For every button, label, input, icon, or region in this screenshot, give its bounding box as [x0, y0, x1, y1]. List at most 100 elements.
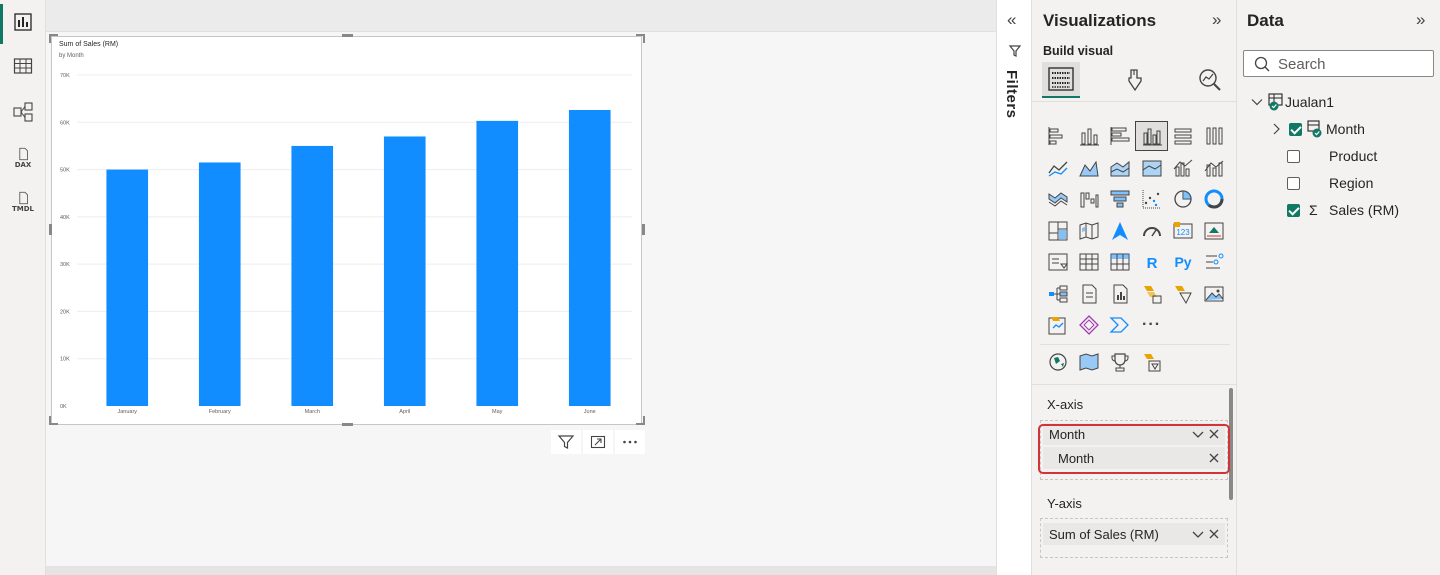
table-node-jualan1[interactable]: Jualan1	[1251, 90, 1334, 114]
more-options-button[interactable]	[615, 430, 645, 454]
power-automate-button[interactable]	[1136, 280, 1167, 308]
100-stacked-area-button[interactable]	[1136, 154, 1167, 182]
report-view-button[interactable]	[0, 2, 46, 44]
expand-pane-icon[interactable]: »	[1212, 10, 1221, 30]
funnel-chart-button[interactable]	[1105, 185, 1136, 213]
ribbon-chart-button[interactable]	[1042, 185, 1073, 213]
y-tick-label: 70K	[60, 73, 70, 79]
dax-query-view-button[interactable]: DAX	[0, 138, 46, 178]
search-input[interactable]	[1278, 55, 1428, 73]
bar[interactable]	[476, 120, 519, 407]
resize-handle[interactable]	[49, 416, 51, 425]
collapse-icon[interactable]: «	[1007, 10, 1016, 30]
clustered-bar-button[interactable]	[1105, 122, 1136, 150]
line-clustered-column-button[interactable]	[1167, 154, 1198, 182]
chevron-right-icon[interactable]	[1271, 123, 1281, 135]
resize-handle[interactable]	[49, 34, 51, 43]
field-sales[interactable]: Σ Sales (RM)	[1287, 198, 1399, 222]
field-checkbox[interactable]	[1287, 149, 1300, 163]
smart-narrative-button[interactable]	[1073, 280, 1104, 308]
chevron-down-icon[interactable]	[1191, 527, 1205, 541]
100-stacked-column-button[interactable]	[1198, 122, 1229, 150]
pie-chart-button[interactable]	[1167, 185, 1198, 213]
stacked-column-button[interactable]	[1073, 122, 1104, 150]
build-visual-tab[interactable]	[1042, 62, 1080, 98]
globe-map-button[interactable]	[1042, 348, 1073, 376]
table-button[interactable]	[1073, 248, 1104, 276]
field-checkbox[interactable]	[1287, 203, 1300, 217]
field-product[interactable]: Product	[1287, 144, 1377, 168]
stacked-bar-button[interactable]	[1042, 122, 1073, 150]
automate-shape-button[interactable]	[1136, 348, 1167, 376]
search-box[interactable]	[1243, 50, 1434, 77]
card-button[interactable]: 123	[1167, 217, 1198, 245]
area-chart-button[interactable]	[1073, 154, 1104, 182]
filter-button[interactable]	[551, 430, 581, 454]
line-chart-button[interactable]	[1042, 154, 1073, 182]
filters-label[interactable]: Filters	[1003, 70, 1020, 119]
chevron-down-icon[interactable]	[1251, 96, 1263, 108]
bar[interactable]	[383, 136, 426, 406]
canvas-scrollbar[interactable]	[46, 566, 996, 575]
slicer-button[interactable]	[1042, 248, 1073, 276]
model-view-button[interactable]	[0, 92, 46, 132]
field-checkbox[interactable]	[1287, 176, 1300, 190]
resize-handle[interactable]	[643, 416, 645, 425]
treemap-button[interactable]	[1042, 217, 1073, 245]
gauge-button[interactable]	[1136, 217, 1167, 245]
field-checkbox[interactable]	[1289, 122, 1302, 136]
matrix-button[interactable]	[1105, 248, 1136, 276]
100-stacked-bar-button[interactable]	[1167, 122, 1198, 150]
table-view-button[interactable]	[0, 46, 46, 86]
resize-handle[interactable]	[643, 34, 645, 43]
clustered-column-button[interactable]	[1134, 121, 1169, 151]
line-stacked-column-button[interactable]	[1198, 154, 1229, 182]
python-visual-icon: Py	[1174, 254, 1191, 270]
format-visual-tab[interactable]	[1116, 62, 1154, 98]
field-region[interactable]: Region	[1287, 171, 1373, 195]
expand-pane-icon[interactable]: »	[1416, 10, 1425, 30]
map-button[interactable]	[1073, 217, 1104, 245]
more-visuals-button[interactable]: ···	[1136, 311, 1167, 339]
resize-handle[interactable]	[49, 224, 52, 235]
bar[interactable]	[568, 109, 611, 407]
metrics-button[interactable]	[1042, 311, 1073, 339]
paginated-report-button[interactable]	[1105, 280, 1136, 308]
field-label: Region	[1329, 175, 1374, 191]
waterfall-chart-button[interactable]	[1073, 185, 1104, 213]
image-button[interactable]	[1198, 280, 1229, 308]
key-influencers-button[interactable]	[1198, 248, 1229, 276]
bar[interactable]	[198, 162, 241, 406]
more-visuals-icon: ···	[1142, 316, 1162, 333]
power-automate-chevron-button[interactable]	[1105, 311, 1136, 339]
kpi-button[interactable]	[1198, 217, 1229, 245]
bar[interactable]	[291, 145, 334, 406]
resize-handle[interactable]	[642, 224, 645, 235]
focus-mode-button[interactable]	[583, 430, 613, 454]
resize-handle[interactable]	[342, 423, 353, 426]
decomposition-tree-button[interactable]	[1042, 280, 1073, 308]
donut-chart-button[interactable]	[1198, 185, 1229, 213]
shape-map-button[interactable]	[1073, 348, 1104, 376]
python-visual-button[interactable]: Py	[1167, 248, 1198, 276]
field-month[interactable]: Month	[1271, 117, 1365, 141]
analytics-tab[interactable]	[1190, 62, 1228, 98]
r-visual-button[interactable]: R	[1136, 248, 1167, 276]
power-apps-diamond-button[interactable]	[1073, 311, 1104, 339]
power-apps-button[interactable]	[1167, 280, 1198, 308]
y-axis-field-pill[interactable]: Sum of Sales (RM)	[1043, 523, 1225, 545]
scatter-chart-button[interactable]	[1136, 185, 1167, 213]
column-chart-visual[interactable]: Sum of Sales (RM) by Month 0K 10K 20K 30K 40…	[51, 36, 642, 425]
close-icon[interactable]	[1207, 527, 1221, 541]
azure-map-button[interactable]	[1105, 217, 1136, 245]
smart-narrative-icon	[1082, 284, 1097, 303]
tmdl-view-button[interactable]: TMDL	[0, 182, 46, 222]
bar[interactable]	[106, 169, 149, 406]
y-axis-well[interactable]: Sum of Sales (RM)	[1040, 518, 1228, 558]
report-canvas[interactable]: Sum of Sales (RM) by Month 0K 10K 20K 30K 40…	[46, 0, 996, 575]
stacked-area-button[interactable]	[1105, 154, 1136, 182]
power-apps-diamond-icon	[1079, 315, 1099, 335]
filters-pane-collapsed[interactable]: « Filters	[996, 0, 1032, 575]
trophy-button[interactable]	[1105, 348, 1136, 376]
resize-handle[interactable]	[342, 34, 353, 37]
